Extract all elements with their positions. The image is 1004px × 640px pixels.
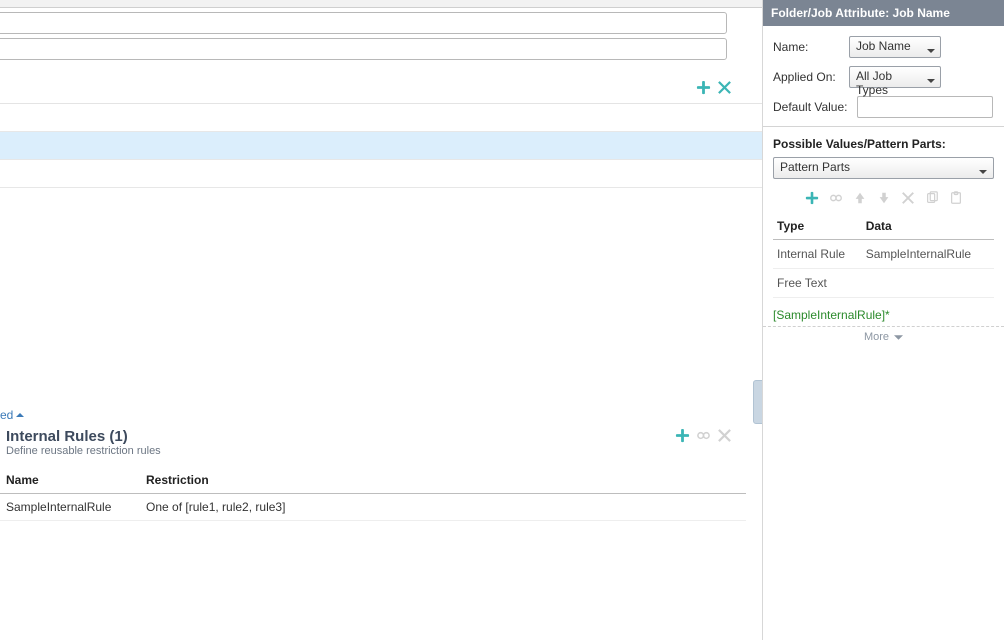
delete-icon[interactable] (717, 80, 732, 95)
divider (763, 126, 1004, 127)
add-rule-icon[interactable] (675, 428, 690, 443)
col-name: Name (0, 467, 140, 494)
chevron-down-icon (927, 74, 935, 88)
applied-on-label: Applied On: (773, 70, 849, 84)
name-select-value: Job Name (856, 39, 911, 53)
panel-title: Folder/Job Attribute: Job Name (763, 0, 1004, 26)
link-icon (829, 191, 843, 205)
internal-rules-title: Internal Rules (1) (0, 422, 762, 445)
attribute-panel: Folder/Job Attribute: Job Name Name: Job… (763, 0, 1004, 640)
pattern-parts-value: Pattern Parts (780, 160, 850, 174)
internal-rules-table: Name Restriction SampleInternalRule One … (0, 467, 746, 521)
name-label: Name: (773, 40, 849, 54)
cell-data (862, 269, 994, 298)
applied-on-value: All Job Types (856, 69, 892, 97)
list-area (0, 103, 762, 188)
name-select[interactable]: Job Name (849, 36, 941, 58)
col-data: Data (862, 213, 994, 240)
more-label: More (864, 331, 889, 343)
add-part-icon[interactable] (805, 191, 819, 205)
collapse-link-label: ed (0, 408, 13, 422)
possible-values-label: Possible Values/Pattern Parts: (773, 137, 994, 151)
pattern-preview: [SampleInternalRule]* (773, 298, 994, 326)
list-row-selected[interactable] (0, 132, 762, 160)
cell-data: SampleInternalRule (862, 240, 994, 269)
pattern-toolbar (773, 185, 994, 213)
remove-part-icon (901, 191, 915, 205)
link-rule-icon (696, 428, 711, 443)
paste-icon (949, 191, 963, 205)
collapse-link[interactable]: ed (0, 408, 25, 422)
cell-type: Free Text (773, 269, 862, 298)
table-row[interactable]: Free Text (773, 269, 994, 298)
cell-restriction: One of [rule1, rule2, rule3] (140, 494, 746, 521)
text-input-2[interactable] (0, 38, 727, 60)
internal-rules-subtitle: Define reusable restriction rules (0, 445, 762, 467)
move-up-icon (853, 191, 867, 205)
more-toggle[interactable]: More (763, 326, 1004, 349)
col-restriction: Restriction (140, 467, 746, 494)
copy-icon (925, 191, 939, 205)
pattern-parts-select[interactable]: Pattern Parts (773, 157, 994, 179)
cell-name: SampleInternalRule (0, 494, 140, 521)
top-divider (0, 0, 762, 8)
chevron-down-icon (979, 165, 987, 179)
move-down-icon (877, 191, 891, 205)
delete-rule-icon (717, 428, 732, 443)
applied-on-select[interactable]: All Job Types (849, 66, 941, 88)
table-row[interactable]: SampleInternalRule One of [rule1, rule2,… (0, 494, 746, 521)
default-value-label: Default Value: (773, 100, 857, 114)
table-row[interactable]: Internal Rule SampleInternalRule (773, 240, 994, 269)
add-icon[interactable] (696, 80, 711, 95)
pattern-parts-table: Type Data Internal Rule SampleInternalRu… (773, 213, 994, 298)
chevron-down-icon (927, 44, 935, 58)
col-type: Type (773, 213, 862, 240)
main-panel: ed Internal Rules (1) Define reusable re… (0, 0, 763, 640)
cell-type: Internal Rule (773, 240, 862, 269)
list-row[interactable] (0, 160, 762, 188)
panel-collapse-handle[interactable] (753, 380, 763, 424)
list-row[interactable] (0, 104, 762, 132)
text-input-1[interactable] (0, 12, 727, 34)
default-value-input[interactable] (857, 96, 993, 118)
